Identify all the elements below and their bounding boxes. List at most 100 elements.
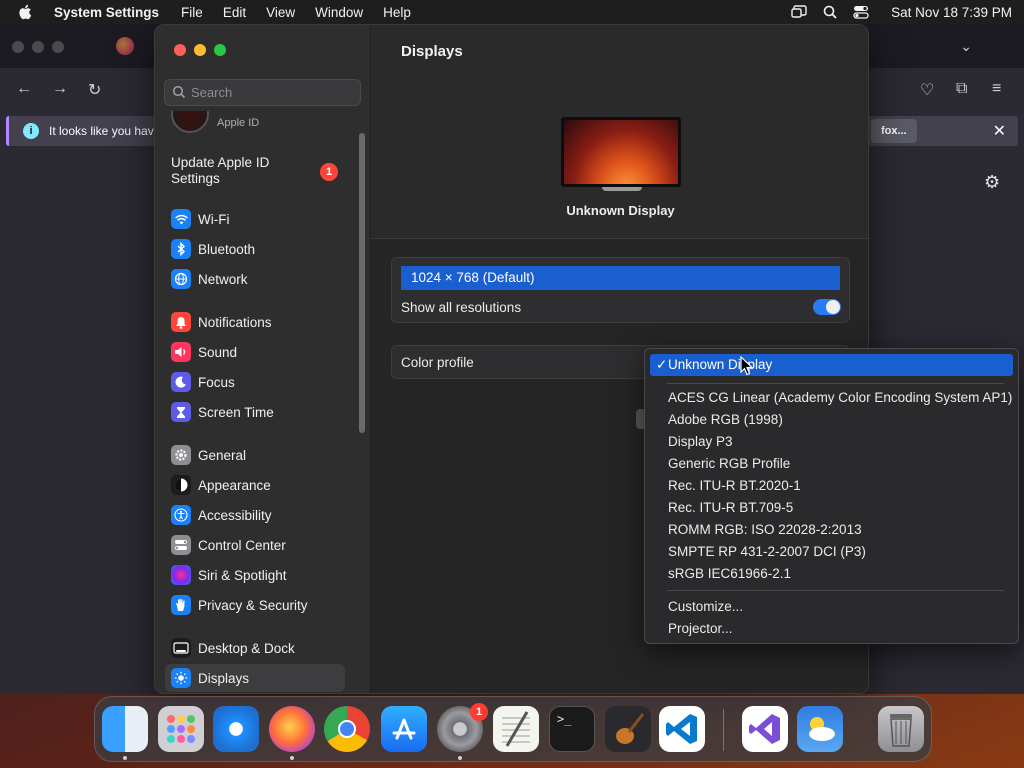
sidebar-item-desktop-dock[interactable]: Desktop & Dock (165, 634, 345, 662)
notice-action-button[interactable]: fox... (871, 119, 917, 143)
dock: 1 >_ (94, 696, 932, 762)
mouse-cursor-icon (740, 356, 754, 376)
apple-id-label: Apple ID (217, 117, 260, 129)
apple-id-row[interactable]: Apple ID (155, 111, 371, 135)
pocket-icon[interactable]: ♡ (920, 80, 934, 100)
sidebar-item-label: Bluetooth (198, 241, 256, 257)
menu-item-bt709[interactable]: Rec. ITU-R BT.709-5 (650, 497, 1013, 519)
sidebar-item-label: Network (198, 271, 248, 287)
sidebar-search-field[interactable] (164, 79, 361, 106)
sidebar-item-bluetooth[interactable]: Bluetooth (165, 235, 345, 263)
notification-badge: 1 (470, 703, 488, 721)
menu-item-label: Unknown Display (668, 357, 773, 372)
textedit-icon[interactable] (493, 706, 539, 752)
update-apple-id-label: Update Apple ID Settings (171, 155, 270, 186)
back-arrow-icon[interactable]: ← (16, 80, 32, 98)
close-icon[interactable]: ✕ (993, 121, 1006, 141)
app-name-menu[interactable]: System Settings (54, 5, 159, 20)
minimize-window-button[interactable] (194, 44, 206, 56)
chrome-icon[interactable] (324, 706, 370, 752)
menu-item-adobe-rgb[interactable]: Adobe RGB (1998) (650, 409, 1013, 431)
reload-icon[interactable]: ↻ (88, 80, 101, 100)
resolution-group: 1024 × 768 (Default) Show all resolution… (391, 257, 850, 323)
bluetooth-icon (171, 239, 191, 259)
menu-window[interactable]: Window (315, 5, 363, 20)
menu-separator (667, 590, 1004, 591)
weather-icon[interactable] (797, 706, 843, 752)
close-window-button[interactable] (174, 44, 186, 56)
sidebar-item-control-center[interactable]: Control Center (165, 531, 345, 559)
menu-item-unknown-display[interactable]: ✓ Unknown Display (650, 354, 1013, 376)
menu-view[interactable]: View (266, 5, 295, 20)
accessibility-icon (171, 505, 191, 525)
sidebar-item-label: Privacy & Security (198, 597, 308, 613)
firefox-icon[interactable] (269, 706, 315, 752)
sidebar-item-siri-spotlight[interactable]: Siri & Spotlight (165, 561, 345, 589)
menu-file[interactable]: File (181, 5, 203, 20)
sidebar-item-wifi[interactable]: Wi-Fi (165, 205, 345, 233)
menu-item-srgb[interactable]: sRGB IEC61966-2.1 (650, 563, 1013, 585)
zoom-window-button[interactable] (214, 44, 226, 56)
menubar-clock[interactable]: Sat Nov 18 7:39 PM (891, 5, 1012, 20)
sidebar-item-screen-time[interactable]: Screen Time (165, 398, 345, 426)
menu-bar: System Settings File Edit View Window He… (0, 0, 1024, 24)
apple-menu-icon[interactable] (18, 4, 32, 20)
gear-icon[interactable]: ⚙ (984, 172, 1000, 193)
moon-icon (171, 372, 191, 392)
browser-window-controls[interactable] (12, 41, 64, 53)
sidebar-item-label: Accessibility (198, 507, 272, 523)
hamburger-menu-icon[interactable]: ≡ (992, 80, 1001, 98)
forward-arrow-icon[interactable]: → (52, 80, 68, 98)
control-center-toggle-icon[interactable] (853, 5, 869, 19)
menu-help[interactable]: Help (383, 5, 411, 20)
spotlight-search-icon[interactable] (823, 5, 837, 19)
show-all-resolutions-toggle[interactable] (813, 299, 841, 315)
garageband-icon[interactable] (605, 706, 651, 752)
terminal-icon[interactable]: >_ (549, 706, 595, 752)
safari-icon[interactable] (213, 706, 259, 752)
dock-icon (171, 638, 191, 658)
sidebar-item-sound[interactable]: Sound (165, 338, 345, 366)
sidebar-item-focus[interactable]: Focus (165, 368, 345, 396)
sidebar-item-network[interactable]: Network (165, 265, 345, 293)
sidebar-item-label: Control Center (198, 537, 286, 553)
sidebar-item-displays[interactable]: Displays (165, 664, 345, 692)
finder-icon[interactable] (102, 706, 148, 752)
chevron-down-icon[interactable]: ⌄ (960, 38, 972, 55)
sidebar-item-notifications[interactable]: Notifications (165, 308, 345, 336)
trash-icon[interactable] (878, 706, 924, 752)
sidebar-item-appearance[interactable]: Appearance (165, 471, 345, 499)
visual-studio-icon[interactable] (742, 706, 788, 752)
monitor-icon[interactable] (561, 117, 683, 191)
terminal-prompt: >_ (557, 712, 572, 726)
menu-item-generic-rgb[interactable]: Generic RGB Profile (650, 453, 1013, 475)
hand-icon (171, 595, 191, 615)
firefox-tab-icon[interactable] (116, 37, 134, 55)
menu-item-customize[interactable]: Customize... (650, 596, 1013, 618)
menu-item-projector[interactable]: Projector... (650, 618, 1013, 640)
sidebar-item-privacy-security[interactable]: Privacy & Security (165, 591, 345, 619)
sidebar-item-label: Displays (198, 670, 250, 686)
settings-sidebar: Apple ID Update Apple ID Settings 1 Wi-F… (155, 25, 371, 693)
avatar (171, 111, 209, 133)
extensions-icon[interactable]: ⧉ (956, 80, 967, 98)
launchpad-icon[interactable] (158, 706, 204, 752)
notification-badge: 1 (320, 163, 338, 181)
menu-item-display-p3[interactable]: Display P3 (650, 431, 1013, 453)
gear-icon (171, 445, 191, 465)
menu-item-romm-rgb[interactable]: ROMM RGB: ISO 22028-2:2013 (650, 519, 1013, 541)
update-apple-id-settings-item[interactable]: Update Apple ID Settings 1 (171, 155, 351, 191)
sidebar-scrollbar[interactable] (359, 133, 365, 433)
menu-item-bt2020[interactable]: Rec. ITU-R BT.2020-1 (650, 475, 1013, 497)
resolution-option-selected[interactable]: 1024 × 768 (Default) (401, 266, 840, 290)
sidebar-item-general[interactable]: General (165, 441, 345, 469)
menu-edit[interactable]: Edit (223, 5, 246, 20)
sidebar-item-accessibility[interactable]: Accessibility (165, 501, 345, 529)
search-input[interactable] (191, 80, 356, 105)
screen-mirroring-icon[interactable] (791, 5, 807, 19)
siri-icon (171, 565, 191, 585)
menu-item-smpte-dci[interactable]: SMPTE RP 431-2-2007 DCI (P3) (650, 541, 1013, 563)
vscode-icon[interactable] (659, 706, 705, 752)
app-store-icon[interactable] (381, 706, 427, 752)
menu-item-aces-cg[interactable]: ACES CG Linear (Academy Color Encoding S… (650, 387, 1013, 409)
